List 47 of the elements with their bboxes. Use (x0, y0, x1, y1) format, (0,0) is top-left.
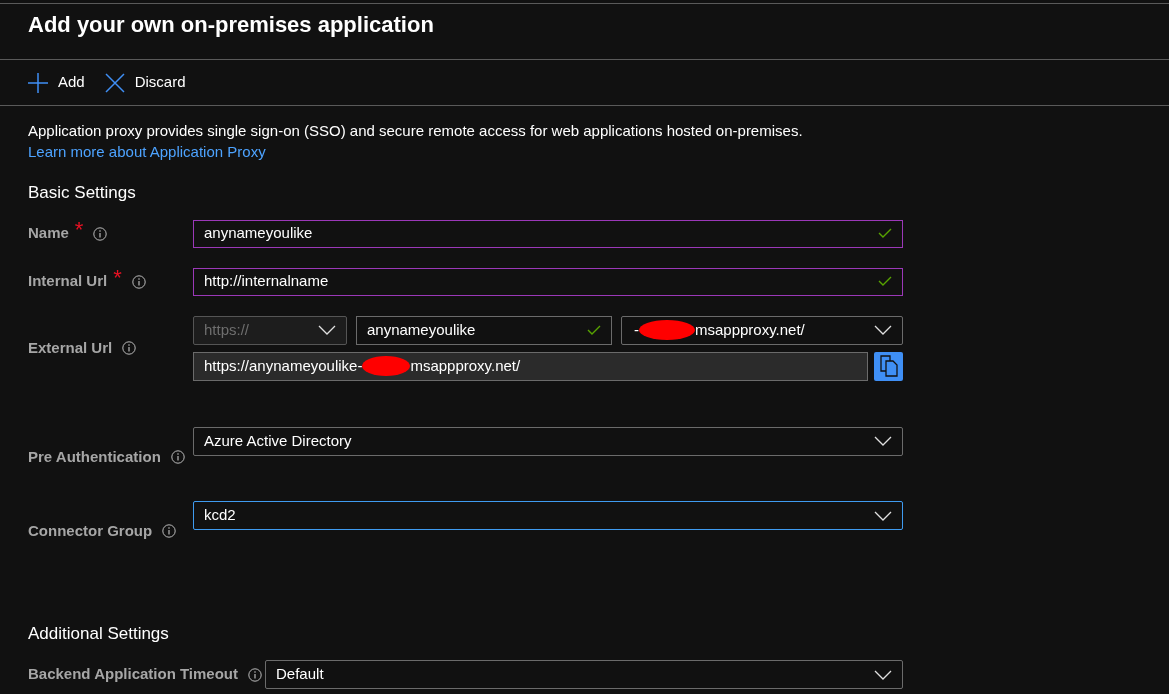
url-text: msappproxy.net/ (410, 355, 521, 376)
checkmark-icon (587, 324, 601, 336)
text-field[interactable]: http://internalname (193, 267, 903, 296)
text-field[interactable]: anynameyoulike (193, 219, 903, 248)
chevron-down-icon (874, 510, 892, 521)
copy-button[interactable] (874, 351, 903, 381)
domain-text: - (634, 319, 639, 340)
info-icon[interactable] (248, 667, 263, 682)
dropdown[interactable]: Default (265, 660, 903, 689)
learn-more-link[interactable]: Learn more about Application Proxy (28, 143, 266, 160)
checkmark-icon (878, 276, 892, 287)
info-icon[interactable] (122, 341, 137, 355)
field-label: Pre Authentication (28, 446, 161, 467)
chevron-down-icon (318, 325, 336, 335)
redaction-mark (362, 355, 411, 377)
required-asterisk: * (74, 222, 84, 237)
dropdown[interactable]: Azure Active Directory (193, 426, 903, 456)
section-heading: Additional Settings (28, 622, 170, 645)
field-label: Internal Url (28, 271, 108, 292)
page-title: Add your own on-premises application (28, 11, 434, 39)
field-label: Backend Application Timeout (28, 664, 239, 685)
info-icon[interactable] (131, 274, 146, 289)
field-label: Connector Group (28, 521, 153, 541)
toolbar-button[interactable]: Add (28, 71, 85, 94)
copy-icon (879, 355, 898, 377)
field-label: External Url (28, 337, 113, 358)
domain-text: msappproxy.net/ (695, 319, 806, 340)
required-asterisk: * (113, 270, 122, 285)
chevron-down-icon (874, 325, 892, 335)
redaction-mark (639, 319, 695, 341)
description: Application proxy provides single sign-on (SSO) and secure remote access for web applications hosted on-premises. Learn more about Application Proxy (28, 121, 804, 162)
chevron-down-icon (874, 669, 892, 680)
info-icon[interactable] (162, 524, 177, 539)
info-icon[interactable] (170, 449, 185, 464)
external-url-field[interactable]: https://anynameyoulike- msappproxy.net/ (193, 351, 868, 381)
plus-icon (28, 72, 48, 93)
toolbar-button[interactable]: Discard (104, 71, 186, 94)
close-icon (104, 72, 125, 93)
info-icon[interactable] (93, 226, 108, 241)
section-heading: Basic Settings (28, 182, 137, 204)
domain-dropdown[interactable]: - msappproxy.net/ (621, 315, 903, 345)
field-label: Name (28, 223, 69, 244)
dropdown[interactable]: kcd2 (193, 501, 903, 530)
url-text: https://anynameyoulike- (204, 355, 363, 376)
host-field[interactable]: anynameyoulike (356, 315, 612, 345)
checkmark-icon (878, 228, 892, 239)
chevron-down-icon (874, 436, 892, 446)
